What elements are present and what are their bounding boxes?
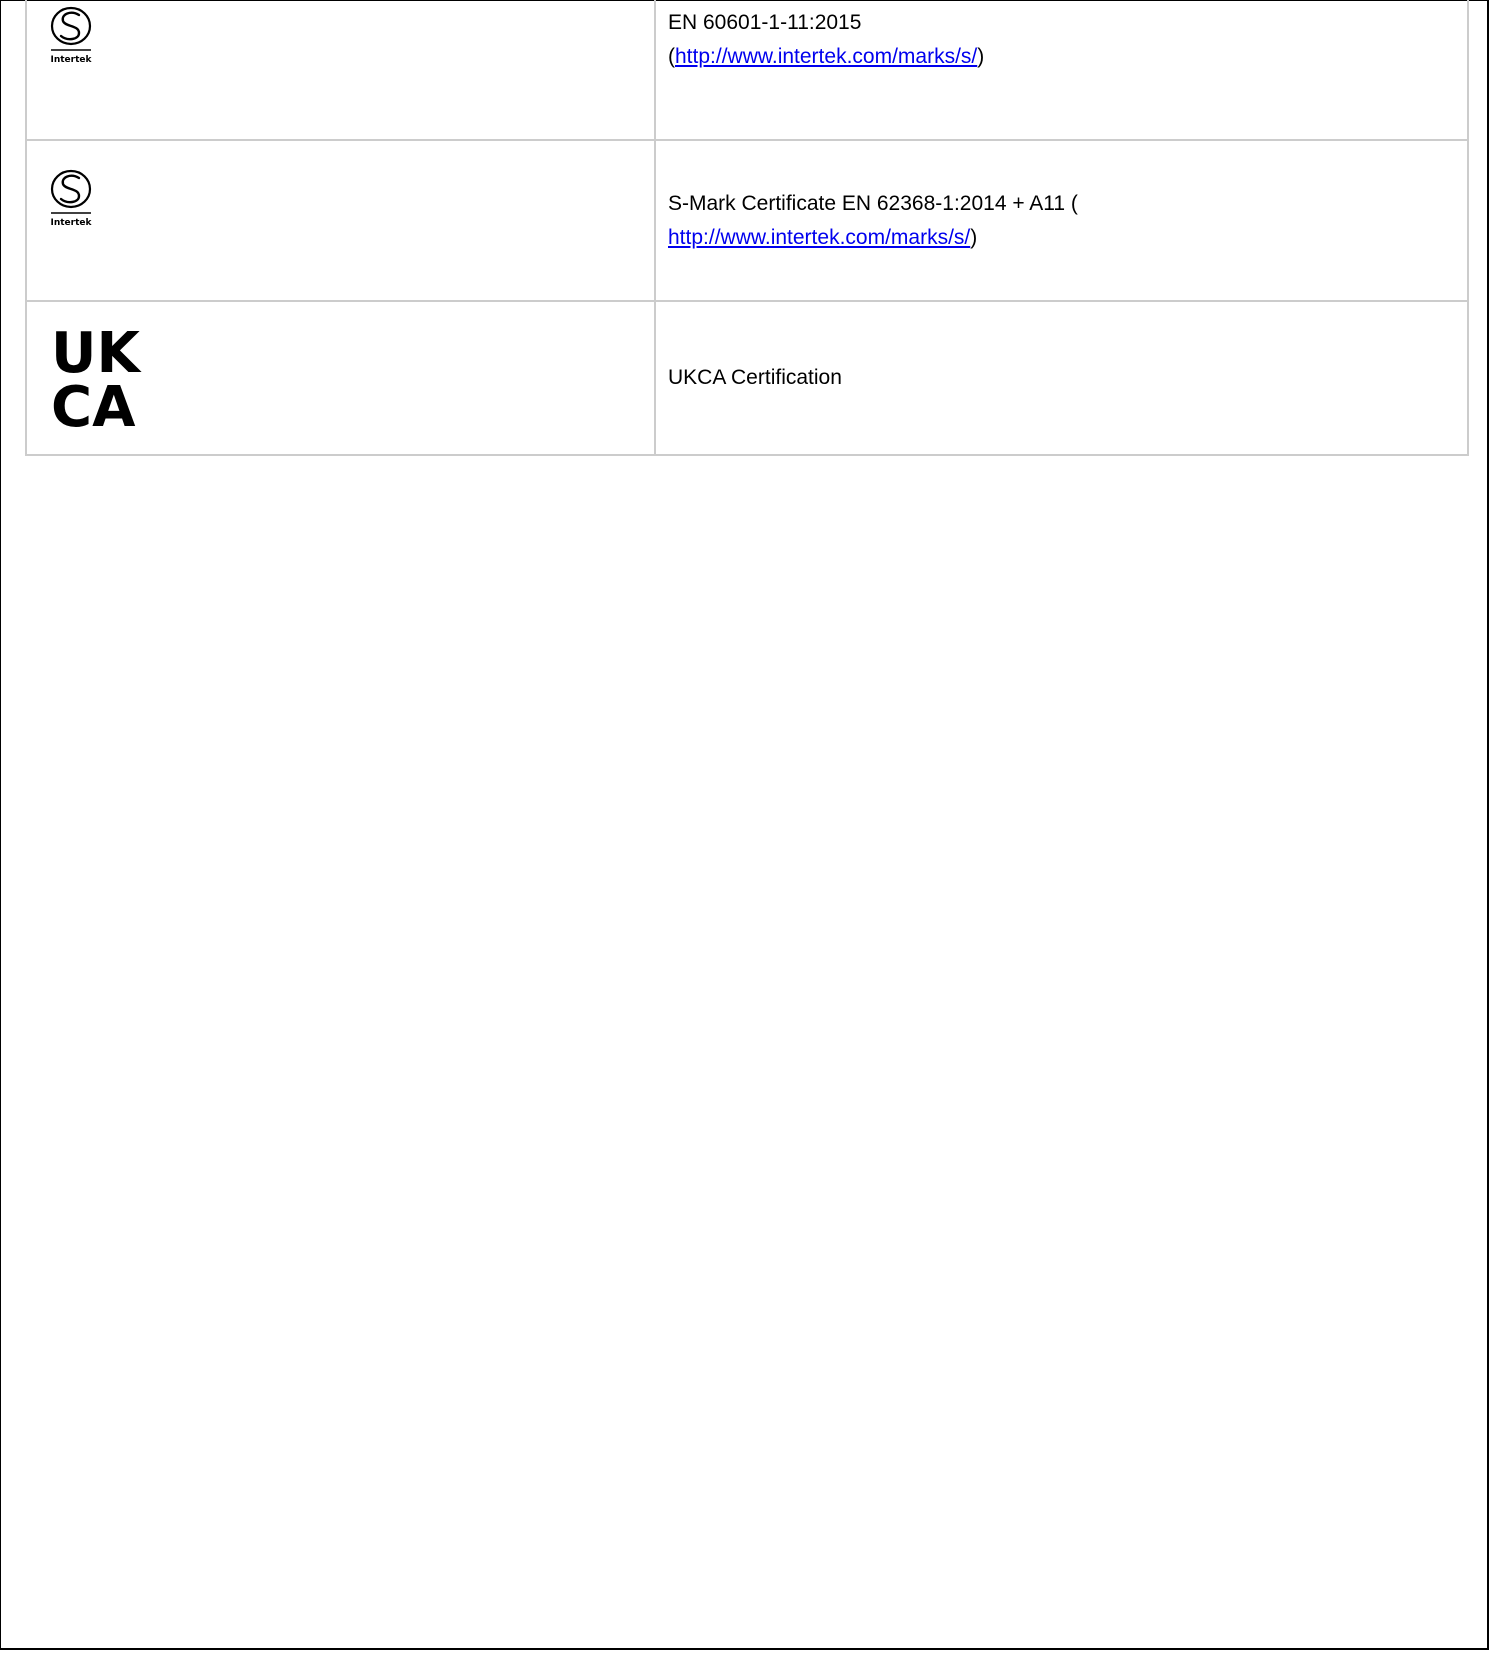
table-row: UK CA UKCA Certification (25, 300, 1469, 456)
intertek-mark-text: Intertek (51, 55, 93, 65)
mark-cell: Intertek (25, 0, 656, 141)
certification-description: S-Mark Certificate EN 62368-1:2014 + A11… (654, 139, 1469, 302)
ukca-mark-icon: UK CA (51, 324, 142, 430)
table-row: Intertek S-Mark Certificate EN 62368-1:2… (25, 139, 1469, 302)
intertek-marks-link[interactable]: http://www.intertek.com/marks/s/ (668, 226, 970, 249)
certification-standard: S-Mark Certificate EN 62368-1:2014 + A11… (668, 191, 1078, 215)
intertek-s-mark-icon: Intertek (51, 169, 93, 228)
certification-link-line: (http://www.intertek.com/marks/s/) (668, 45, 985, 68)
intertek-marks-link[interactable]: http://www.intertek.com/marks/s/ (675, 45, 977, 68)
ukca-mark-bottom: CA (51, 375, 136, 430)
intertek-mark-text: Intertek (51, 218, 93, 228)
intertek-s-mark-icon: Intertek (51, 6, 93, 65)
certification-description: UKCA Certification (654, 300, 1469, 456)
certification-table: Intertek EN 60601-1-11:2015 (http://www.… (25, 0, 1469, 456)
certification-description: EN 60601-1-11:2015 (http://www.intertek.… (654, 0, 1469, 141)
certification-standard: UKCA Certification (668, 366, 842, 389)
certification-standard: EN 60601-1-11:2015 (668, 11, 862, 34)
table-row: Intertek EN 60601-1-11:2015 (http://www.… (25, 0, 1469, 141)
mark-cell: Intertek (25, 139, 656, 302)
certification-link-line: http://www.intertek.com/marks/s/) (668, 225, 978, 249)
mark-cell: UK CA (25, 300, 656, 456)
